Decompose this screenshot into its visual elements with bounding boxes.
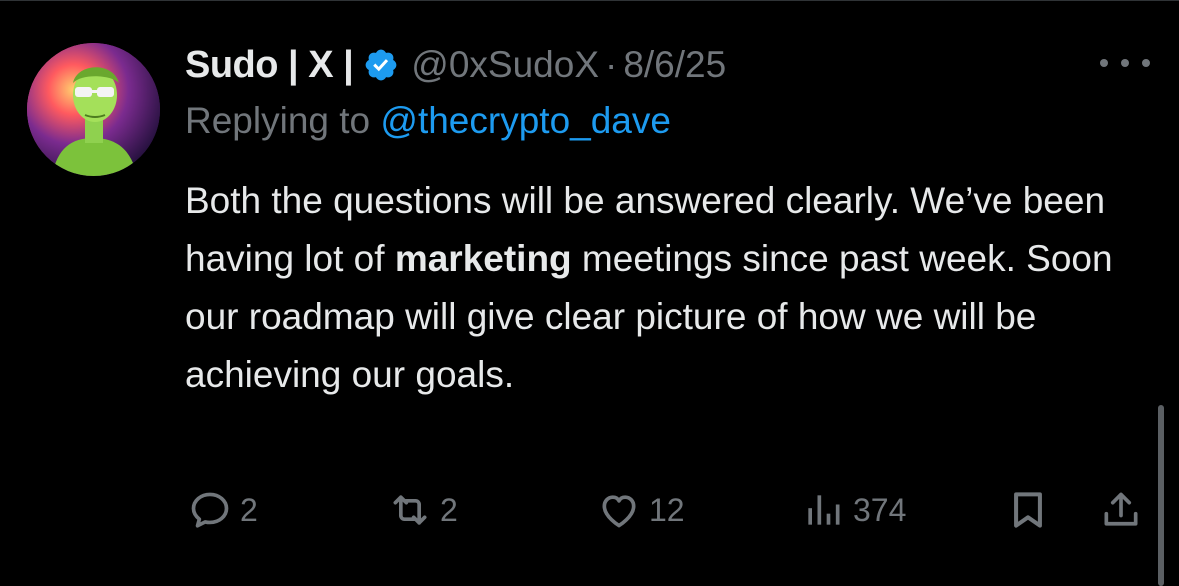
handle[interactable]: @0xSudoX — [411, 44, 599, 86]
repost-icon — [393, 495, 427, 525]
scrollbar[interactable] — [1158, 405, 1164, 586]
separator-dot: · — [605, 44, 618, 85]
top-divider — [0, 0, 1179, 1]
share-button[interactable] — [1099, 480, 1143, 540]
share-icon — [1104, 492, 1138, 526]
body-text-bold: marketing — [394, 238, 572, 279]
action-bar: 2 2 12 374 — [0, 480, 1179, 540]
reply-button[interactable]: 2 — [188, 480, 258, 540]
like-count: 12 — [649, 491, 685, 528]
more-icon[interactable] — [1100, 50, 1150, 76]
views-icon — [808, 495, 840, 525]
display-name[interactable]: Sudo | X | — [185, 44, 354, 87]
verified-badge-icon — [363, 47, 399, 83]
reply-count: 2 — [240, 491, 258, 528]
avatar[interactable] — [27, 43, 160, 176]
repost-button[interactable]: 2 — [388, 480, 458, 540]
like-button[interactable]: 12 — [597, 480, 685, 540]
views-button[interactable]: 374 — [801, 480, 906, 540]
repost-count: 2 — [440, 491, 458, 528]
reply-icon — [191, 492, 229, 528]
tweet-header: Sudo | X | @0xSudoX · 8/6/25 — [185, 40, 726, 90]
bookmark-icon — [1014, 492, 1042, 528]
replying-to-line: Replying to @thecrypto_dave — [185, 100, 671, 142]
timestamp[interactable]: 8/6/25 — [623, 44, 726, 86]
heart-icon — [602, 495, 636, 528]
views-count: 374 — [853, 491, 907, 528]
tweet-body: Both the questions will be answered clea… — [185, 172, 1125, 404]
bookmark-button[interactable] — [1006, 480, 1050, 540]
replying-prefix: Replying to — [185, 100, 371, 141]
tweet-page: Sudo | X | @0xSudoX · 8/6/25 Replying to… — [0, 0, 1179, 586]
replying-to-link[interactable]: @thecrypto_dave — [380, 100, 671, 141]
